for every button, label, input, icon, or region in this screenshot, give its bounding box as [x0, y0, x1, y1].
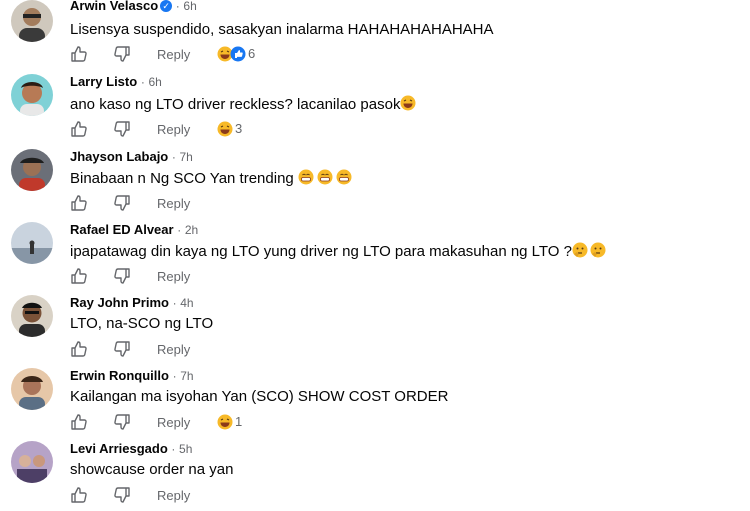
- avatar[interactable]: [11, 368, 53, 410]
- like-icon[interactable]: [70, 413, 88, 431]
- comment-text: Lisensya suspendido, sasakyan inalarma H…: [70, 21, 494, 38]
- reaction-summary[interactable]: 1: [217, 413, 242, 431]
- comment-text: Binabaan n Ng SCO Yan trending: [70, 169, 352, 187]
- laugh-emoji-icon: [217, 121, 233, 137]
- avatar[interactable]: [11, 0, 53, 42]
- reply-button[interactable]: Reply: [157, 488, 190, 503]
- like-icon[interactable]: [70, 340, 88, 358]
- like-icon[interactable]: [70, 267, 88, 285]
- comment-time[interactable]: 6h: [148, 75, 161, 89]
- laugh-emoji-icon: [400, 95, 416, 111]
- like-icon[interactable]: [70, 45, 88, 63]
- comment-author[interactable]: Jhayson Labajo · 7h: [70, 149, 193, 164]
- comment: Rafael ED Alvear · 2h ipapatawag din kay…: [0, 218, 750, 292]
- comment-text: LTO, na-SCO ng LTO: [70, 315, 214, 332]
- grin-emoji-icon: [298, 169, 314, 185]
- reaction-summary[interactable]: 3: [217, 120, 242, 138]
- comment-actions: Reply 6: [70, 45, 370, 65]
- reply-button[interactable]: Reply: [157, 122, 190, 137]
- dislike-icon[interactable]: [113, 486, 131, 504]
- comment: Levi Arriesgado · 5h showcause order na …: [0, 437, 750, 511]
- comment-text: ano kaso ng LTO driver reckless? lacanil…: [70, 95, 416, 113]
- comment-actions: Reply: [70, 340, 370, 360]
- avatar[interactable]: [11, 149, 53, 191]
- comment: Arwin Velasco ✓ · 6h Lisensya suspendido,…: [0, 0, 750, 62]
- comment-text: showcause order na yan: [70, 461, 234, 478]
- dislike-icon[interactable]: [113, 120, 131, 138]
- dislike-icon[interactable]: [113, 340, 131, 358]
- comment: Larry Listo · 6h ano kaso ng LTO driver …: [0, 70, 750, 144]
- comment: Jhayson Labajo · 7h Binabaan n Ng SCO Ya…: [0, 145, 750, 219]
- like-icon[interactable]: [70, 120, 88, 138]
- comment-author[interactable]: Levi Arriesgado · 5h: [70, 441, 192, 456]
- comment: Ray John Primo · 4h LTO, na-SCO ng LTO R…: [0, 291, 750, 365]
- grin-emoji-icon: [336, 169, 352, 185]
- dislike-icon[interactable]: [113, 413, 131, 431]
- comment-text: Kailangan ma isyohan Yan (SCO) SHOW COST…: [70, 388, 449, 405]
- like-reaction-icon: [230, 46, 246, 62]
- comment-time[interactable]: 7h: [180, 369, 193, 383]
- comment-text: ipapatawag din kaya ng LTO yung driver n…: [70, 242, 606, 260]
- comment-actions: Reply: [70, 267, 370, 287]
- reply-button[interactable]: Reply: [157, 342, 190, 357]
- comment: Erwin Ronquillo · 7h Kailangan ma isyoha…: [0, 364, 750, 438]
- comment-author[interactable]: Arwin Velasco ✓ · 6h: [70, 0, 197, 13]
- grin-emoji-icon: [317, 169, 333, 185]
- reaction-summary[interactable]: 6: [217, 45, 255, 63]
- reply-button[interactable]: Reply: [157, 415, 190, 430]
- comment-author[interactable]: Erwin Ronquillo · 7h: [70, 368, 194, 383]
- like-icon[interactable]: [70, 486, 88, 504]
- comment-time[interactable]: 7h: [180, 150, 193, 164]
- verified-badge-icon: ✓: [160, 0, 173, 12]
- dislike-icon[interactable]: [113, 194, 131, 212]
- comment-actions: Reply: [70, 486, 370, 506]
- comment-time[interactable]: 2h: [185, 223, 198, 237]
- thinking-emoji-icon: [590, 242, 606, 258]
- avatar[interactable]: [11, 441, 53, 483]
- avatar[interactable]: [11, 295, 53, 337]
- dislike-icon[interactable]: [113, 267, 131, 285]
- comment-time[interactable]: 6h: [183, 0, 196, 13]
- comment-author[interactable]: Ray John Primo · 4h: [70, 295, 194, 310]
- comment-author[interactable]: Larry Listo · 6h: [70, 74, 162, 89]
- comment-actions: Reply 1: [70, 413, 370, 433]
- dislike-icon[interactable]: [113, 45, 131, 63]
- laugh-emoji-icon: [217, 414, 233, 430]
- avatar[interactable]: [11, 222, 53, 264]
- comment-actions: Reply: [70, 194, 370, 214]
- reply-button[interactable]: Reply: [157, 269, 190, 284]
- comment-author[interactable]: Rafael ED Alvear · 2h: [70, 222, 198, 237]
- comment-time[interactable]: 4h: [180, 296, 193, 310]
- comment-actions: Reply 3: [70, 120, 370, 140]
- like-icon[interactable]: [70, 194, 88, 212]
- comment-time[interactable]: 5h: [179, 442, 192, 456]
- thinking-emoji-icon: [572, 242, 588, 258]
- avatar[interactable]: [11, 74, 53, 116]
- reply-button[interactable]: Reply: [157, 196, 190, 211]
- reply-button[interactable]: Reply: [157, 47, 190, 62]
